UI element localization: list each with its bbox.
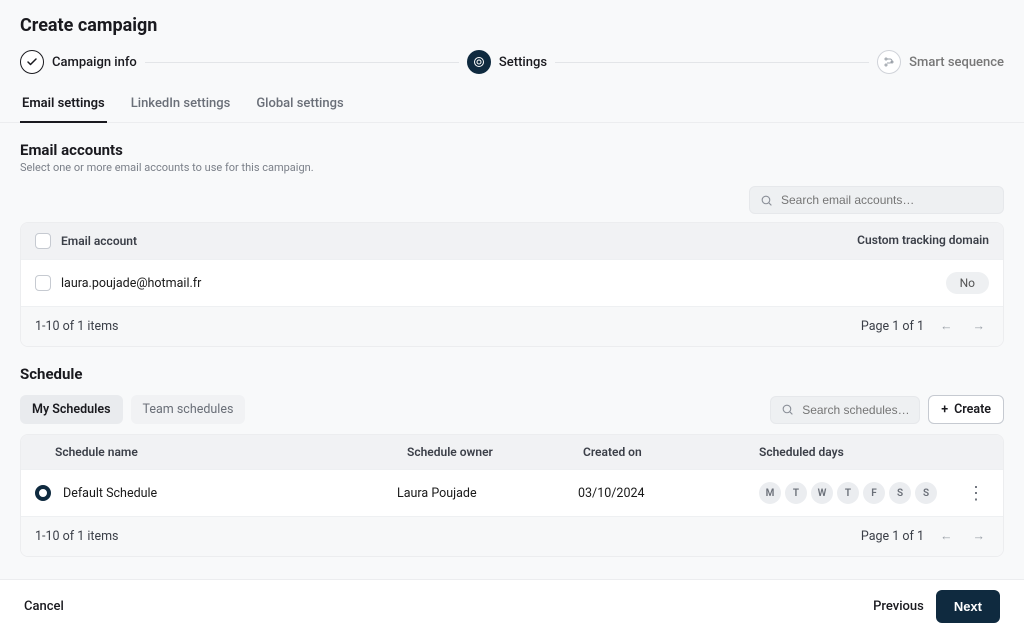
step-label: Campaign info [52, 55, 137, 70]
schedule-owner: Laura Poujade [397, 486, 578, 501]
next-button[interactable]: Next [936, 590, 1000, 623]
search-schedules[interactable] [770, 396, 920, 424]
row-checkbox[interactable] [35, 275, 51, 291]
schedule-tabs: My Schedules Team schedules [20, 395, 245, 424]
table-header: Schedule name Schedule owner Created on … [21, 435, 1003, 469]
table-row[interactable]: Default Schedule Laura Poujade 03/10/202… [21, 469, 1003, 516]
email-accounts-section: Email accounts Select one or more email … [0, 123, 1024, 174]
tracking-domain-badge: No [946, 272, 989, 294]
day-pill: S [915, 482, 937, 504]
step-divider [145, 62, 459, 63]
table-footer: 1-10 of 1 items Page 1 of 1 ← → [21, 516, 1003, 556]
email-accounts-table: Email account Custom tracking domain lau… [20, 222, 1004, 347]
table-row[interactable]: laura.poujade@hotmail.fr No [21, 259, 1003, 306]
schedule-name: Default Schedule [63, 486, 157, 501]
day-pill: T [837, 482, 859, 504]
created-on: 03/10/2024 [578, 486, 759, 501]
search-schedules-input[interactable] [802, 403, 909, 417]
tab-team-schedules[interactable]: Team schedules [131, 395, 246, 424]
email-address: laura.poujade@hotmail.fr [61, 276, 201, 291]
next-page-icon[interactable]: → [969, 317, 990, 336]
step-campaign-info[interactable]: Campaign info [20, 50, 137, 74]
schedule-section: Schedule [0, 347, 1024, 383]
cancel-button[interactable]: Cancel [24, 599, 64, 614]
page-label: Page 1 of 1 [861, 529, 924, 544]
search-email-accounts[interactable] [749, 186, 1004, 214]
tab-global-settings[interactable]: Global settings [254, 86, 345, 122]
col-schedule-owner: Schedule owner [407, 445, 583, 459]
radio-selected[interactable] [35, 485, 51, 501]
tab-linkedin-settings[interactable]: LinkedIn settings [129, 86, 233, 122]
check-icon [20, 50, 44, 74]
page-title: Create campaign [0, 0, 1024, 36]
item-count: 1-10 of 1 items [35, 319, 119, 334]
kebab-menu-icon[interactable]: ⋮ [963, 483, 989, 504]
table-header: Email account Custom tracking domain [21, 223, 1003, 259]
days-group: M T W T F S S [759, 482, 937, 504]
col-tracking-domain: Custom tracking domain [809, 233, 989, 249]
col-email-account: Email account [61, 234, 137, 248]
sequence-icon [877, 50, 901, 74]
step-label: Settings [499, 55, 547, 70]
table-footer: 1-10 of 1 items Page 1 of 1 ← → [21, 306, 1003, 346]
prev-page-icon[interactable]: ← [936, 527, 957, 546]
select-all-checkbox[interactable] [35, 233, 51, 249]
create-label: Create [954, 402, 991, 417]
day-pill: S [889, 482, 911, 504]
target-icon [467, 50, 491, 74]
previous-button[interactable]: Previous [873, 599, 924, 614]
step-label: Smart sequence [909, 55, 1004, 70]
next-page-icon[interactable]: → [969, 527, 990, 546]
email-accounts-subtext: Select one or more email accounts to use… [20, 161, 1004, 174]
page-label: Page 1 of 1 [861, 319, 924, 334]
search-icon [781, 403, 794, 416]
search-email-input[interactable] [781, 193, 993, 207]
settings-tabs: Email settings LinkedIn settings Global … [0, 86, 1024, 123]
stepper: Campaign info Settings Smart sequence [0, 36, 1024, 84]
tab-email-settings[interactable]: Email settings [20, 86, 107, 123]
step-divider [555, 62, 869, 63]
step-settings[interactable]: Settings [467, 50, 547, 74]
create-schedule-button[interactable]: + Create [928, 395, 1004, 424]
day-pill: W [811, 482, 833, 504]
day-pill: F [863, 482, 885, 504]
col-schedule-name: Schedule name [35, 445, 407, 459]
col-created-on: Created on [583, 445, 759, 459]
schedule-table: Schedule name Schedule owner Created on … [20, 434, 1004, 557]
col-scheduled-days: Scheduled days [759, 445, 989, 459]
search-icon [760, 194, 773, 207]
item-count: 1-10 of 1 items [35, 529, 119, 544]
prev-page-icon[interactable]: ← [936, 317, 957, 336]
schedule-title: Schedule [20, 365, 1004, 383]
day-pill: M [759, 482, 781, 504]
tab-my-schedules[interactable]: My Schedules [20, 395, 123, 424]
day-pill: T [785, 482, 807, 504]
plus-icon: + [941, 402, 948, 417]
email-accounts-title: Email accounts [20, 141, 1004, 159]
footer-bar: Cancel Previous Next [0, 579, 1024, 633]
step-smart-sequence[interactable]: Smart sequence [877, 50, 1004, 74]
